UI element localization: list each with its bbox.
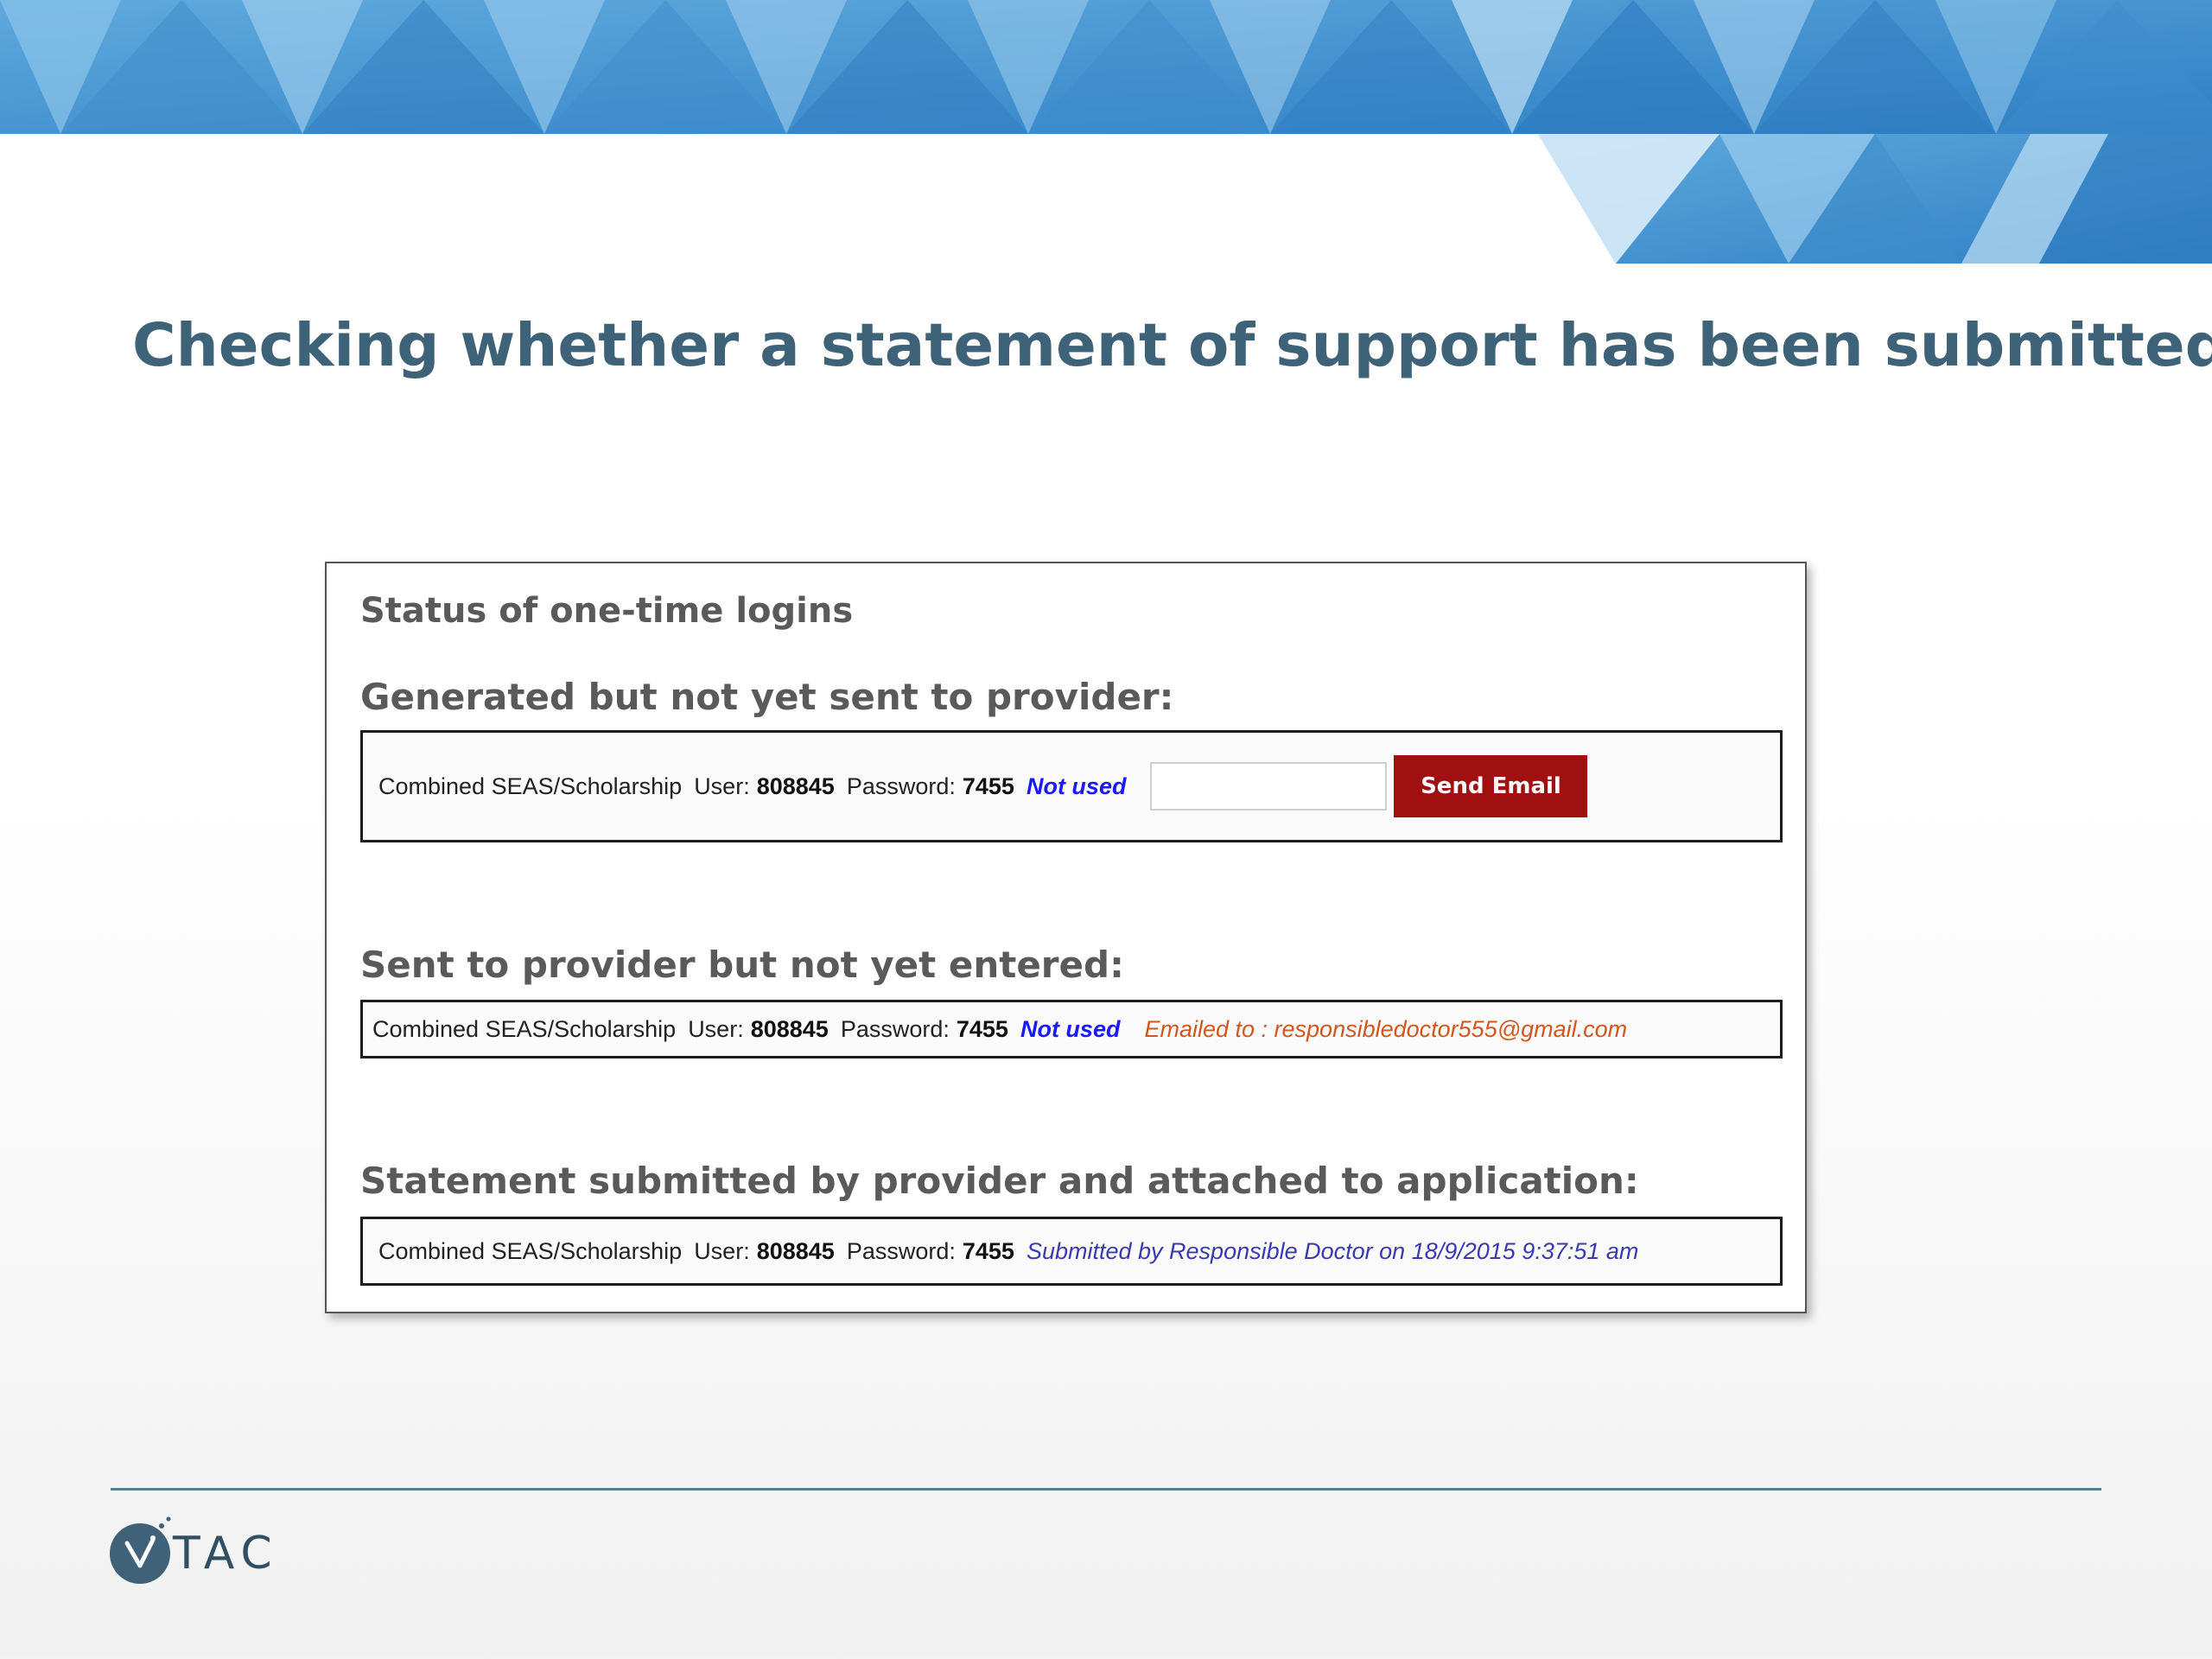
emailed-to-text: Emailed to : responsibledoctor555@gmail.… (1144, 1015, 1628, 1042)
generated-section-heading: Generated but not yet sent to provider: (360, 676, 1174, 718)
footer-divider (111, 1488, 2101, 1491)
status-not-used: Not used (1026, 772, 1127, 799)
submitted-section-heading: Statement submitted by provider and atta… (360, 1160, 1639, 1202)
password-label: Password: (846, 772, 956, 799)
slide-title: Checking whether a statement of support … (132, 311, 2212, 380)
login-status-panel: Status of one-time logins Generated but … (325, 562, 1807, 1313)
user-value: 808845 (756, 1237, 835, 1264)
password-value: 7455 (956, 1015, 1008, 1042)
password-label: Password: (840, 1015, 950, 1042)
login-type: Combined SEAS/Scholarship (372, 1015, 677, 1042)
submitted-login-row: Combined SEAS/Scholarship User: 808845 P… (360, 1217, 1783, 1286)
user-label: User: (694, 772, 750, 799)
user-label: User: (694, 1237, 750, 1264)
user-value: 808845 (756, 772, 835, 799)
sent-login-row: Combined SEAS/Scholarship User: 808845 P… (360, 1000, 1783, 1058)
header-banner (0, 0, 2212, 264)
user-value: 808845 (750, 1015, 829, 1042)
status-not-used: Not used (1020, 1015, 1121, 1042)
panel-heading: Status of one-time logins (360, 591, 854, 631)
tac-logo-text: TAC (173, 1528, 279, 1580)
sent-section-heading: Sent to provider but not yet entered: (360, 944, 1124, 986)
send-email-button[interactable]: Send Email (1394, 755, 1588, 817)
login-type: Combined SEAS/Scholarship (378, 772, 683, 799)
user-label: User: (688, 1015, 744, 1042)
password-label: Password: (846, 1237, 956, 1264)
generated-login-row: Combined SEAS/Scholarship User: 808845 P… (360, 730, 1783, 842)
submitted-status: Submitted by Responsible Doctor on 18/9/… (1026, 1237, 1639, 1264)
provider-email-input[interactable] (1150, 762, 1388, 810)
password-value: 7455 (962, 1237, 1014, 1264)
password-value: 7455 (962, 772, 1014, 799)
login-type: Combined SEAS/Scholarship (378, 1237, 683, 1264)
